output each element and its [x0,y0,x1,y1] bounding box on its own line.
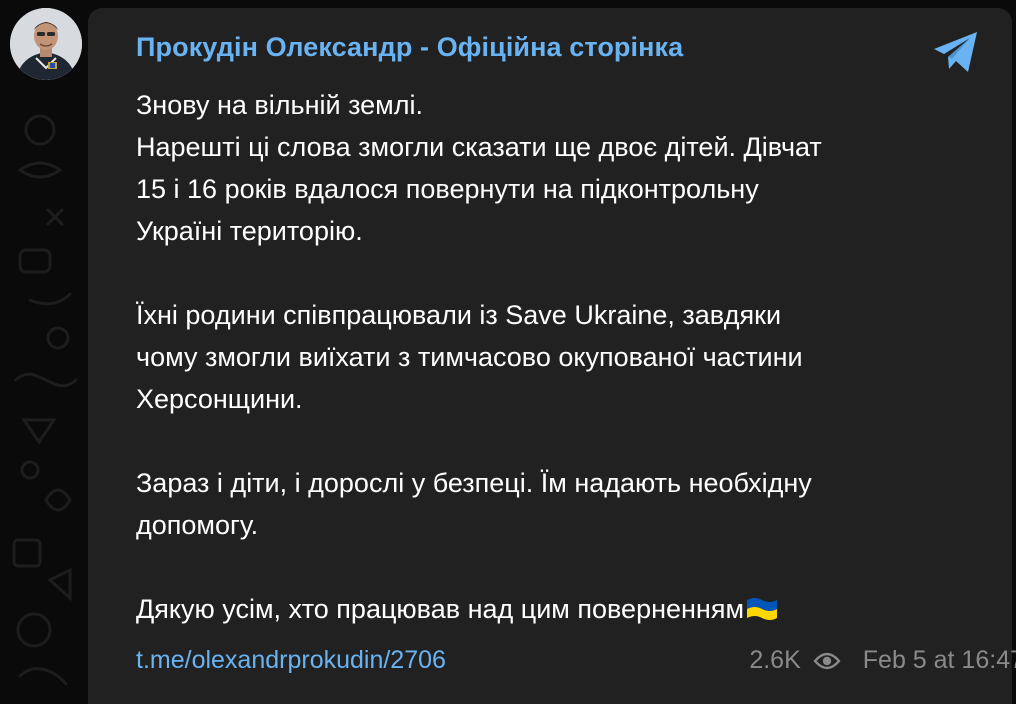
message-line: Зараз і діти, і дорослі у безпеці. Їм на… [136,468,812,498]
message-text: Знову на вільній землі. Нарешті ці слова… [136,84,996,630]
message-line: чому змогли виїхати з тимчасово окупован… [136,342,803,372]
channel-name[interactable]: Прокудін Олександр - Офіційна сторінка [136,32,683,63]
message-timestamp: Feb 5 at 16:47 [862,646,1016,674]
message-bubble: Прокудін Олександр - Офіційна сторінка З… [88,8,1016,704]
chat-window: Прокудін Олександр - Офіційна сторінка З… [0,0,1016,704]
view-count: 2.6K [749,646,801,674]
channel-avatar[interactable] [10,8,82,80]
message-line: Дякую усім, хто працював над цим поверне… [136,594,745,624]
message-meta: 2.6K Feb 5 at 16:47 [749,646,1016,675]
message-line: Їхні родини співпрацювали із Save Ukrain… [136,300,782,330]
message-line: допомогу. [136,510,259,540]
avatar-portrait-image [10,8,82,80]
message-last-line: Дякую усім, хто працював над цим поверне… [136,588,996,630]
message-line: Знову на вільній землі. [136,90,423,120]
message-line: Херсонщини. [136,384,303,414]
eye-icon [813,652,841,669]
message-line: 15 і 16 років вдалося повернути на підко… [136,174,759,204]
message-footer: t.me/olexandrprokudin/2706 2.6K Feb 5 at… [136,646,1016,680]
post-link[interactable]: t.me/olexandrprokudin/2706 [136,646,446,675]
message-line: Нарешті ці слова змогли сказати ще двоє … [136,132,822,162]
message-line: Україні територію. [136,216,363,246]
share-arrow-icon[interactable] [930,28,982,76]
ukraine-flag-emoji [747,598,778,620]
